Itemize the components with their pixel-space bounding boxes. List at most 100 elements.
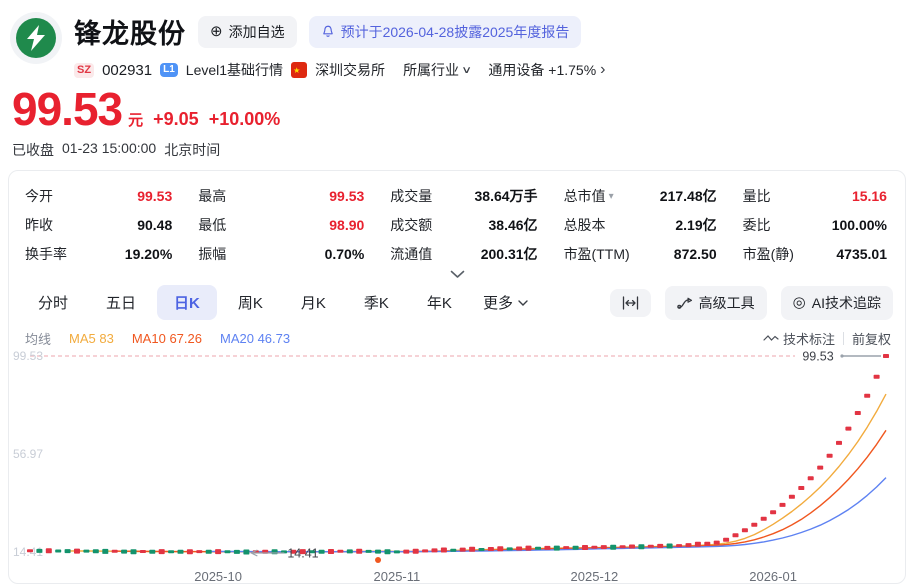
stat-cell: 换手率 19.20% [25,244,172,264]
ma-legend-row: 均线 MA5 83 MA10 67.26 MA20 46.73 技术标注 前复权 [9,326,905,350]
stat-label: 量比 [743,186,771,206]
stat-cell: 市盈(TTM) 872.50 [564,244,717,264]
stock-meta-row: SZ 002931 L1 Level1基础行情 ★ 深圳交易所 所属行业 ∨ 通… [74,60,904,80]
advanced-tools-button[interactable]: 高级工具 [665,286,767,320]
stat-label: 成交额 [390,215,432,235]
stat-label: 换手率 [25,244,67,264]
stat-label: 市盈(TTM) [564,244,630,264]
industry-link[interactable]: 通用设备 +1.75% › [488,60,605,80]
advanced-tools-icon [677,296,693,310]
stat-cell: 成交额 38.46亿 [390,215,537,235]
stat-label: 昨收 [25,215,53,235]
tab-日K[interactable]: 日K [157,285,217,320]
stat-cell: 流通值200.31亿 [390,244,537,264]
stat-value: 872.50 [674,246,717,262]
price-change-percent: +10.00% [209,109,281,130]
stat-value: 19.20% [125,246,172,262]
stat-label: 总股本 [564,215,606,235]
plus-circle-icon: ⊕ [210,24,223,39]
more-periods-dropdown[interactable]: 更多 [473,285,538,320]
stat-value: 90.48 [137,217,172,233]
ai-tracking-button[interactable]: ◎ AI技术追踪 [781,286,893,320]
bell-icon [321,24,335,39]
stat-label: 今开 [25,186,53,206]
ma20-legend: MA20 46.73 [220,331,290,346]
tab-年K[interactable]: 年K [410,285,469,320]
annotation-wave-icon [763,334,779,343]
stat-value: 200.31亿 [481,244,538,264]
ma-caption: 均线 [25,329,51,348]
svg-text:56.97: 56.97 [13,447,43,461]
stat-cell[interactable]: 总市值▾217.48亿 [564,186,717,206]
stat-value: 99.53 [329,188,364,204]
svg-text:2026-01: 2026-01 [749,569,797,584]
stat-cell: 最高 99.53 [198,186,364,206]
stat-value: 98.90 [329,217,364,233]
svg-text:99.53: 99.53 [13,350,43,363]
daily-candlestick-chart[interactable]: 99.5399.5356.9714.4114.412025-102025-112… [9,350,905,584]
svg-text:14.41: 14.41 [287,547,318,561]
china-flag-icon: ★ [291,62,307,78]
current-price: 99.53 [12,82,122,136]
tab-周K[interactable]: 周K [221,285,280,320]
stock-name: 锋龙股份 [74,12,186,51]
price-change: +9.05 [153,109,199,130]
stat-label: 最低 [198,215,226,235]
stat-label: 最高 [198,186,226,206]
tech-annotation-toggle[interactable]: 技术标注 [763,329,835,348]
stat-label: 成交量 [390,186,432,206]
stat-value: 99.53 [137,188,172,204]
stock-quote-page: 锋龙股份 ⊕ 添加自选 预计于2026-04-28披露2025年度报告 SZ 0… [0,0,914,586]
tab-分时[interactable]: 分时 [21,285,85,320]
exchange-badge: SZ [74,63,94,78]
company-logo [10,12,62,64]
stat-cell: 振幅 0.70% [198,244,364,264]
stat-value: 0.70% [325,246,365,262]
stat-cell: 昨收 90.48 [25,215,172,235]
quote-card: 今开 99.53 最高 99.53 成交量38.64万手 总市值▾217.48亿 量比 15.… [8,170,906,584]
timezone: 北京时间 [164,140,220,160]
notice-text: 预计于2026-04-28披露2025年度报告 [341,22,570,42]
stat-cell: 成交量38.64万手 [390,186,537,206]
level1-badge: L1 [160,63,178,77]
stat-cell: 今开 99.53 [25,186,172,206]
chart-period-tabbar: 分时五日日K周K月K季K年K 更多 高级工具 [9,281,905,326]
header: 锋龙股份 ⊕ 添加自选 预计于2026-04-28披露2025年度报告 SZ 0… [0,0,914,80]
price-unit: 元 [128,109,143,130]
stat-label: 委比 [743,215,771,235]
stat-value: 100.00% [832,217,887,233]
close-time: 01-23 15:00:00 [62,140,156,160]
tab-月K[interactable]: 月K [284,285,343,320]
ai-radar-icon: ◎ [793,295,806,310]
stat-value: 2.19亿 [675,215,716,235]
svg-text:2025-10: 2025-10 [194,569,242,584]
add-watchlist-button[interactable]: ⊕ 添加自选 [198,16,297,48]
earnings-notice-banner[interactable]: 预计于2026-04-28披露2025年度报告 [309,16,582,48]
divider [843,332,844,345]
stat-value: 217.48亿 [660,186,717,206]
fit-width-icon [622,296,639,310]
stat-label: 市盈(静) [743,244,794,264]
stat-label: 振幅 [198,244,226,264]
svg-text:2025-12: 2025-12 [571,569,619,584]
chevron-down-icon: ∨ [461,65,472,76]
market-status: 已收盘 [12,140,54,160]
stat-cell: 市盈(静)4735.01 [743,244,887,264]
stat-cell: 最低 98.90 [198,215,364,235]
industry-dropdown[interactable]: 所属行业 ∨ [403,60,470,80]
tab-季K[interactable]: 季K [347,285,406,320]
fit-width-button[interactable] [610,289,651,317]
stat-cell: 总股本 2.19亿 [564,215,717,235]
svg-text:99.53: 99.53 [802,350,833,364]
stat-value: 15.16 [852,188,887,204]
company-logo-icon [16,18,56,58]
level1-label: Level1基础行情 [186,60,283,80]
chevron-down-icon [518,300,528,306]
price-adjust-selector[interactable]: 前复权 [852,329,891,348]
expand-stats-button[interactable] [9,268,905,281]
ma5-legend: MA5 83 [69,331,114,346]
stat-value: 38.46亿 [489,215,538,235]
exchange-name: 深圳交易所 [315,60,385,80]
tab-五日[interactable]: 五日 [89,285,153,320]
ma10-legend: MA10 67.26 [132,331,202,346]
